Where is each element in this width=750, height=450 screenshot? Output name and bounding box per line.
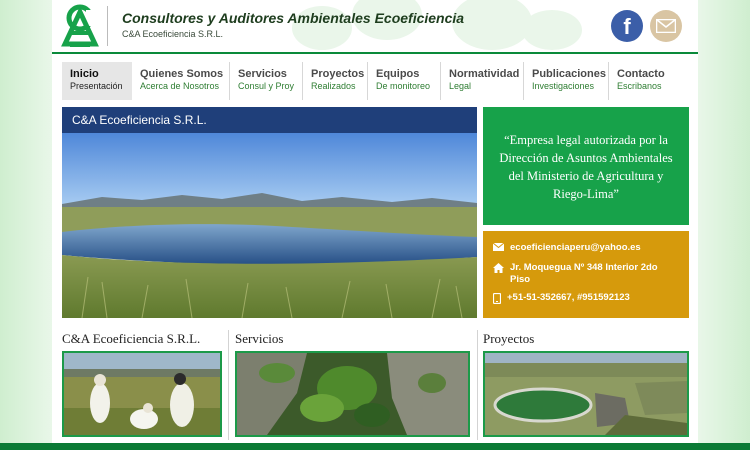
nav-subtitle: Presentación [70,81,123,91]
logo-divider [107,6,108,46]
nav-item-inicio[interactable]: Inicio Presentación [62,62,132,100]
nav-subtitle: Realizados [311,81,356,91]
nav-title: Contacto [617,68,665,80]
facebook-icon[interactable]: f [611,10,643,42]
proyectos-thumbnail[interactable] [483,351,689,437]
home-icon [493,263,504,273]
nav-item-quienes-somos[interactable]: Quienes Somos Acerca de Nosotros [132,62,230,100]
phone-icon [493,293,501,304]
main-nav: Inicio Presentación Quienes Somos Acerca… [52,62,698,100]
nav-item-proyectos[interactable]: Proyectos Realizados [303,62,368,100]
nav-item-servicios[interactable]: Servicios Consul y Proy [230,62,303,100]
section-divider [477,330,478,440]
contact-phone: +51-51-352667, #951592123 [507,292,630,303]
site-title: Consultores y Auditores Ambientales Ecoe… [122,10,465,26]
project-site-image [485,353,687,435]
nav-title: Inicio [70,68,99,80]
site-subtitle: C&A Ecoeficiencia S.R.L. [122,29,224,39]
section-divider [228,330,229,440]
authorization-quote: “Empresa legal autorizada por la Direcci… [483,107,689,225]
nav-subtitle: De monitoreo [376,81,431,91]
nav-title: Equipos [376,68,420,80]
nav-title: Publicaciones [532,68,606,80]
leaf-decoration [522,10,582,50]
nav-subtitle: Legal [449,81,472,91]
nav-subtitle: Escribanos [617,81,662,91]
hero-slider[interactable]: C&A Ecoeficiencia S.R.L. [62,107,477,318]
nav-title: Quienes Somos [140,68,224,80]
field-workers-image [64,353,220,435]
nav-title: Servicios [238,68,287,80]
forest-canyon-image [237,353,468,435]
nav-subtitle: Consul y Proy [238,81,295,91]
section-title-servicios: Servicios [235,331,284,346]
footer-bar [0,443,750,450]
envelope-icon [493,243,504,251]
mail-icon[interactable] [650,10,682,42]
nav-item-publicaciones[interactable]: Publicaciones Investigaciones [524,62,609,100]
nav-item-normatividad[interactable]: Normatividad Legal [441,62,524,100]
section-title-proyectos: Proyectos [483,331,535,346]
nav-title: Normatividad [449,68,520,80]
contact-phone-row: +51-51-352667, #951592123 [493,292,630,304]
contact-email-row[interactable]: ecoeficienciaperu@yahoo.es [493,242,641,254]
nav-subtitle: Investigaciones [532,81,595,91]
nav-title: Proyectos [311,68,365,80]
page-container: Consultores y Auditores Ambientales Ecoe… [52,0,698,450]
nav-subtitle: Acerca de Nosotros [140,81,220,91]
contact-address-row: Jr. Moquegua Nº 348 Interior 2do Piso [493,262,673,286]
contact-email[interactable]: ecoeficienciaperu@yahoo.es [510,242,641,254]
company-thumbnail[interactable] [62,351,222,437]
nav-item-equipos[interactable]: Equipos De monitoreo [368,62,441,100]
hero-landscape-image [62,107,477,318]
site-header: Consultores y Auditores Ambientales Ecoe… [52,0,698,54]
contact-box: ecoeficienciaperu@yahoo.es Jr. Moquegua … [483,231,689,318]
hero-caption: C&A Ecoeficiencia S.R.L. [62,107,477,133]
contact-address: Jr. Moquegua Nº 348 Interior 2do Piso [510,262,658,285]
servicios-thumbnail[interactable] [235,351,470,437]
section-title-company: C&A Ecoeficiencia S.R.L. [62,331,201,346]
company-logo[interactable] [60,4,100,48]
nav-item-contacto[interactable]: Contacto Escribanos [609,62,679,100]
